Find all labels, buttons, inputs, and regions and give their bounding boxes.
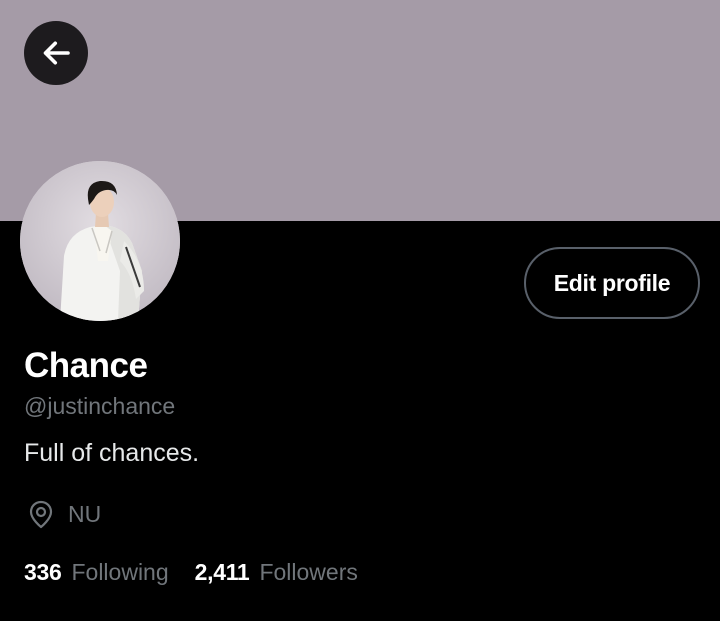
followers-link[interactable]: 2,411 Followers: [195, 559, 358, 586]
arrow-left-icon: [43, 41, 70, 65]
edit-profile-button[interactable]: Edit profile: [524, 247, 700, 319]
profile-page: Edit profile Chance @justinchance Full o…: [0, 0, 720, 621]
following-label: Following: [71, 558, 169, 585]
followers-label: Followers: [259, 558, 358, 585]
followers-count: 2,411: [194, 558, 250, 585]
location-row: NU: [24, 497, 101, 531]
display-name: Chance: [24, 346, 148, 385]
location-text: NU: [68, 501, 102, 527]
back-button[interactable]: [24, 21, 88, 85]
user-bio: Full of chances.: [24, 439, 200, 467]
following-count: 336: [24, 558, 62, 585]
location-pin-icon: [29, 500, 53, 529]
following-link[interactable]: 336 Following: [24, 559, 169, 586]
avatar[interactable]: [20, 161, 180, 321]
user-handle: @justinchance: [24, 393, 176, 419]
profile-photo: [20, 161, 180, 321]
follow-stats: 336 Following 2,411 Followers: [24, 557, 358, 587]
